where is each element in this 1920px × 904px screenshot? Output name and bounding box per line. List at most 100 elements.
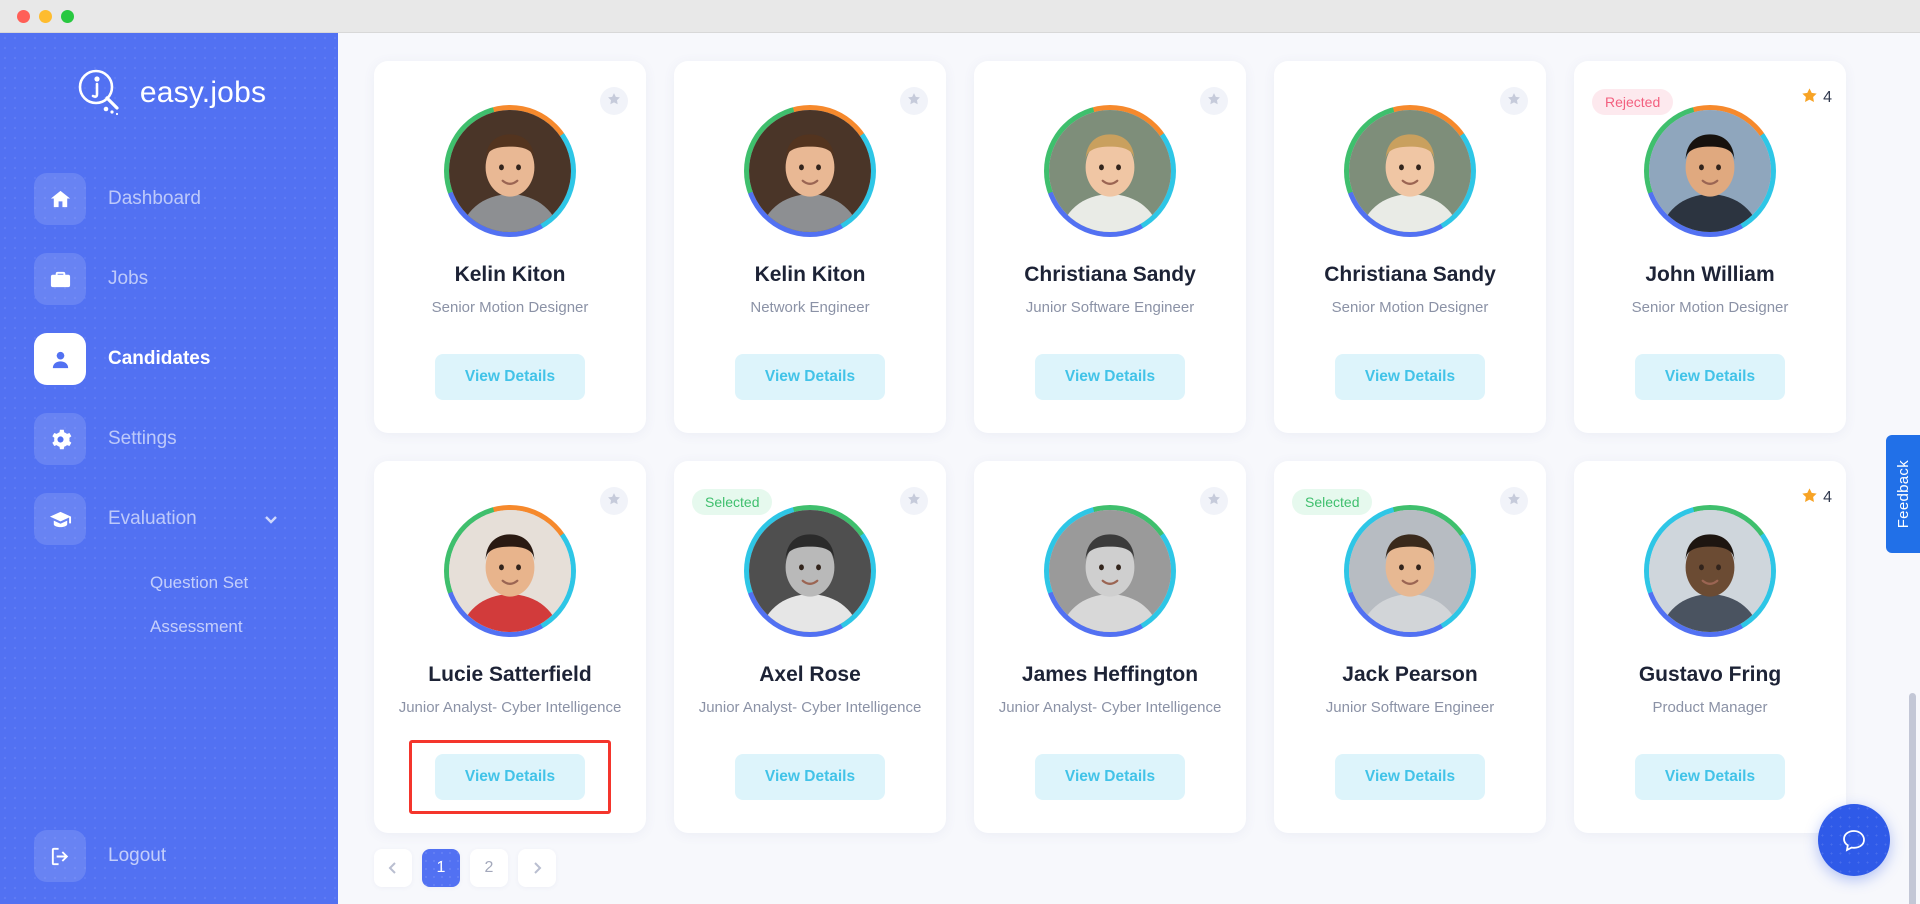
sidebar-item-candidates[interactable]: Candidates — [34, 331, 338, 387]
favorite-star-button[interactable] — [1200, 487, 1228, 515]
candidate-role: Product Manager — [1652, 699, 1768, 716]
avatar — [444, 105, 576, 237]
candidates-grid: Kelin Kiton Senior Motion Designer View … — [338, 33, 1920, 833]
brand-logo-area[interactable]: easy.jobs — [0, 65, 338, 121]
view-details-button[interactable]: View Details — [1334, 754, 1486, 800]
sidebar-item-dashboard[interactable]: Dashboard — [34, 171, 338, 227]
minimize-window-button[interactable] — [39, 9, 52, 23]
next-page-button[interactable] — [518, 849, 556, 887]
star-icon — [1207, 92, 1221, 111]
favorite-star-button[interactable] — [1500, 487, 1528, 515]
sidebar-item-evaluation[interactable]: Evaluation — [34, 491, 338, 547]
easyjobs-logo-icon — [72, 65, 128, 121]
favorite-star-button[interactable] — [1500, 87, 1528, 115]
candidate-card[interactable]: Christiana Sandy Senior Motion Designer … — [1274, 61, 1546, 433]
view-details-button[interactable]: View Details — [1334, 354, 1486, 400]
favorite-star-button[interactable] — [900, 487, 928, 515]
prev-page-button[interactable] — [374, 849, 412, 887]
chevron-left-icon — [388, 862, 396, 874]
avatar-photo — [749, 510, 871, 632]
avatar — [1644, 105, 1776, 237]
sidebar: easy.jobs Dashboard Jobs Candidates Sett… — [0, 33, 338, 904]
chevron-right-icon — [534, 862, 542, 874]
avatar-photo — [1649, 510, 1771, 632]
view-details-button[interactable]: View Details — [734, 354, 886, 400]
view-details-button[interactable]: View Details — [1634, 754, 1786, 800]
avatar-photo — [749, 110, 871, 232]
candidate-card[interactable]: Kelin Kiton Senior Motion Designer View … — [374, 61, 646, 433]
status-badge: Selected — [1292, 489, 1373, 515]
candidate-name: Axel Rose — [759, 663, 861, 686]
page-button-1[interactable]: 1 — [422, 849, 460, 887]
avatar — [1344, 105, 1476, 237]
candidate-card[interactable]: Selected Jack Pearson Junior Software En… — [1274, 461, 1546, 833]
view-details-button[interactable]: View Details — [434, 354, 586, 400]
avatar-photo — [1349, 110, 1471, 232]
candidate-role: Junior Software Engineer — [1025, 299, 1195, 316]
sidebar-item-label: Evaluation — [108, 508, 197, 529]
status-badge: Selected — [692, 489, 773, 515]
avatar-photo — [1049, 510, 1171, 632]
view-details-button[interactable]: View Details — [1634, 354, 1786, 400]
feedback-tab[interactable]: Feedback — [1886, 435, 1920, 553]
main-content: Kelin Kiton Senior Motion Designer View … — [338, 33, 1920, 904]
avatar — [1044, 505, 1176, 637]
scrollbar-thumb[interactable] — [1909, 693, 1916, 904]
sidebar-item-settings[interactable]: Settings — [34, 411, 338, 467]
star-icon — [1207, 492, 1221, 511]
star-icon — [907, 92, 921, 111]
favorite-star-button[interactable] — [600, 487, 628, 515]
favorite-star-button[interactable] — [900, 87, 928, 115]
maximize-window-button[interactable] — [61, 9, 74, 23]
pagination: 1 2 — [338, 833, 1920, 887]
candidate-card[interactable]: James Heffington Junior Analyst- Cyber I… — [974, 461, 1246, 833]
avatar — [1044, 105, 1176, 237]
star-icon — [907, 492, 921, 511]
page-button-2[interactable]: 2 — [470, 849, 508, 887]
rating-indicator: 4 — [1801, 487, 1832, 509]
candidate-card[interactable]: 4 Gustavo Fring Product Manager View Det… — [1574, 461, 1846, 833]
gear-icon — [34, 413, 86, 465]
star-icon — [607, 92, 621, 111]
avatar — [744, 505, 876, 637]
evaluation-subnav: Question Set Assessment — [34, 561, 338, 649]
candidate-card[interactable]: Kelin Kiton Network Engineer View Detail… — [674, 61, 946, 433]
favorite-star-button[interactable] — [1200, 87, 1228, 115]
view-details-button[interactable]: View Details — [1034, 754, 1186, 800]
view-details-button[interactable]: View Details — [734, 754, 886, 800]
chevron-down-icon[interactable] — [264, 512, 278, 526]
sidebar-item-label: Candidates — [108, 348, 211, 369]
sidebar-item-jobs[interactable]: Jobs — [34, 251, 338, 307]
close-window-button[interactable] — [17, 9, 30, 23]
rating-value: 4 — [1823, 489, 1832, 506]
candidate-role: Junior Software Engineer — [1325, 699, 1495, 716]
view-details-button[interactable]: View Details — [434, 754, 586, 800]
graduation-cap-icon — [34, 493, 86, 545]
star-filled-icon — [1801, 87, 1818, 109]
avatar-photo — [449, 510, 571, 632]
sidebar-item-question-set[interactable]: Question Set — [150, 561, 338, 605]
home-icon — [34, 173, 86, 225]
window-titlebar — [0, 0, 1920, 33]
candidate-name: John William — [1645, 263, 1775, 286]
candidate-role: Senior Motion Designer — [1631, 299, 1789, 316]
candidate-name: Kelin Kiton — [454, 263, 566, 286]
sidebar-item-label: Jobs — [108, 268, 149, 289]
candidate-card[interactable]: Selected Axel Rose Junior Analyst- Cyber… — [674, 461, 946, 833]
sidebar-item-assessment[interactable]: Assessment — [150, 605, 338, 649]
candidate-card[interactable]: Lucie Satterfield Junior Analyst- Cyber … — [374, 461, 646, 833]
view-details-button[interactable]: View Details — [1034, 354, 1186, 400]
avatar-photo — [1049, 110, 1171, 232]
candidate-card[interactable]: Rejected 4 John William Senior Motion De… — [1574, 61, 1846, 433]
candidate-role: Junior Analyst- Cyber Intelligence — [398, 699, 622, 716]
window-controls — [17, 9, 74, 23]
candidate-card[interactable]: Christiana Sandy Junior Software Enginee… — [974, 61, 1246, 433]
candidate-name: Kelin Kiton — [754, 263, 866, 286]
avatar-photo — [1649, 110, 1771, 232]
chat-support-button[interactable] — [1818, 804, 1890, 876]
candidate-name: Lucie Satterfield — [428, 663, 592, 686]
favorite-star-button[interactable] — [600, 87, 628, 115]
avatar — [1344, 505, 1476, 637]
avatar-photo — [449, 110, 571, 232]
logout-button[interactable]: Logout — [34, 830, 166, 882]
